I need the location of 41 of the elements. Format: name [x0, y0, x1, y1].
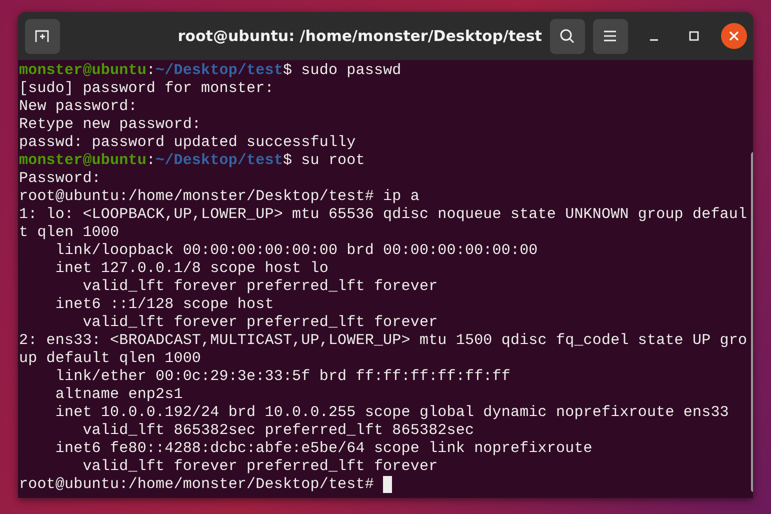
prompt-path: ~/Desktop/test [156, 152, 283, 169]
prompt-separator: : [146, 62, 156, 79]
output-line: Password: [19, 170, 102, 188]
output-line: passwd: password updated successfully [19, 134, 357, 152]
output-line: 1: lo: <LOOPBACK,UP,LOWER_UP> mtu 65536 qdisc noqueue state UNKNOWN group defaul [19, 206, 748, 224]
output-line: link/loopback 00:00:00:00:00:00 brd 00:00:00:00:00:00 [54, 242, 539, 260]
output-line: 2: ens33: <BROADCAST,MULTICAST,UP,LOWER_UP> mtu 1500 qdisc fq_codel state UP gro [19, 332, 748, 350]
output-line: valid_lft forever preferred_lft forever [82, 314, 439, 332]
prompt-separator: : [146, 152, 156, 169]
prompt-path: ~/Desktop/test [156, 62, 283, 79]
output-line: up default qlen 1000 [19, 350, 202, 368]
shell-prompt: root@ubuntu:/home/monster/Desktop/test# [19, 476, 375, 493]
output-line: New password: [19, 98, 138, 116]
output-line: altname enp2s1 [54, 386, 184, 404]
search-icon [559, 28, 576, 44]
menu-button[interactable] [592, 18, 628, 54]
output-line: inet6 ::1/128 scope host [54, 296, 275, 314]
output-line: root@ubuntu:/home/monster/Desktop/test# ip a [19, 188, 420, 206]
search-button[interactable] [550, 18, 585, 54]
command-text: $ su root [282, 152, 365, 169]
output-line: inet 10.0.0.192/24 brd 10.0.0.255 scope global dynamic noprefixroute ens33 [54, 404, 730, 422]
prompt-user-host: monster@ubuntu [19, 152, 146, 169]
window-title: root@ubuntu: /home/monster/Desktop/test [176, 27, 542, 45]
new-tab-icon [34, 28, 50, 44]
output-line: valid_lft forever preferred_lft forever [82, 278, 439, 296]
new-tab-button[interactable] [25, 18, 60, 54]
output-line: inet 127.0.0.1/8 scope host lo [54, 260, 330, 278]
command-text: $ sudo passwd [282, 62, 402, 79]
menu-icon [603, 30, 618, 42]
close-button[interactable] [721, 23, 747, 49]
output-line: t qlen 1000 [19, 224, 120, 242]
output-line: [sudo] password for monster: [19, 80, 275, 98]
prompt-user-host: monster@ubuntu [19, 62, 146, 79]
output-line: link/ether 00:0c:29:3e:33:5f brd ff:ff:ff:ff:ff:ff [54, 368, 512, 386]
output-line: Retype new password: [19, 116, 202, 134]
maximize-icon [689, 31, 700, 41]
output-line: valid_lft 865382sec preferred_lft 865382sec [82, 422, 476, 440]
output-line: valid_lft forever preferred_lft forever [82, 458, 439, 476]
output-line: inet6 fe80::4288:dcbc:abfe:e5be/64 scope link noprefixroute [54, 440, 594, 458]
close-icon [729, 31, 740, 41]
minimize-icon [650, 39, 658, 41]
